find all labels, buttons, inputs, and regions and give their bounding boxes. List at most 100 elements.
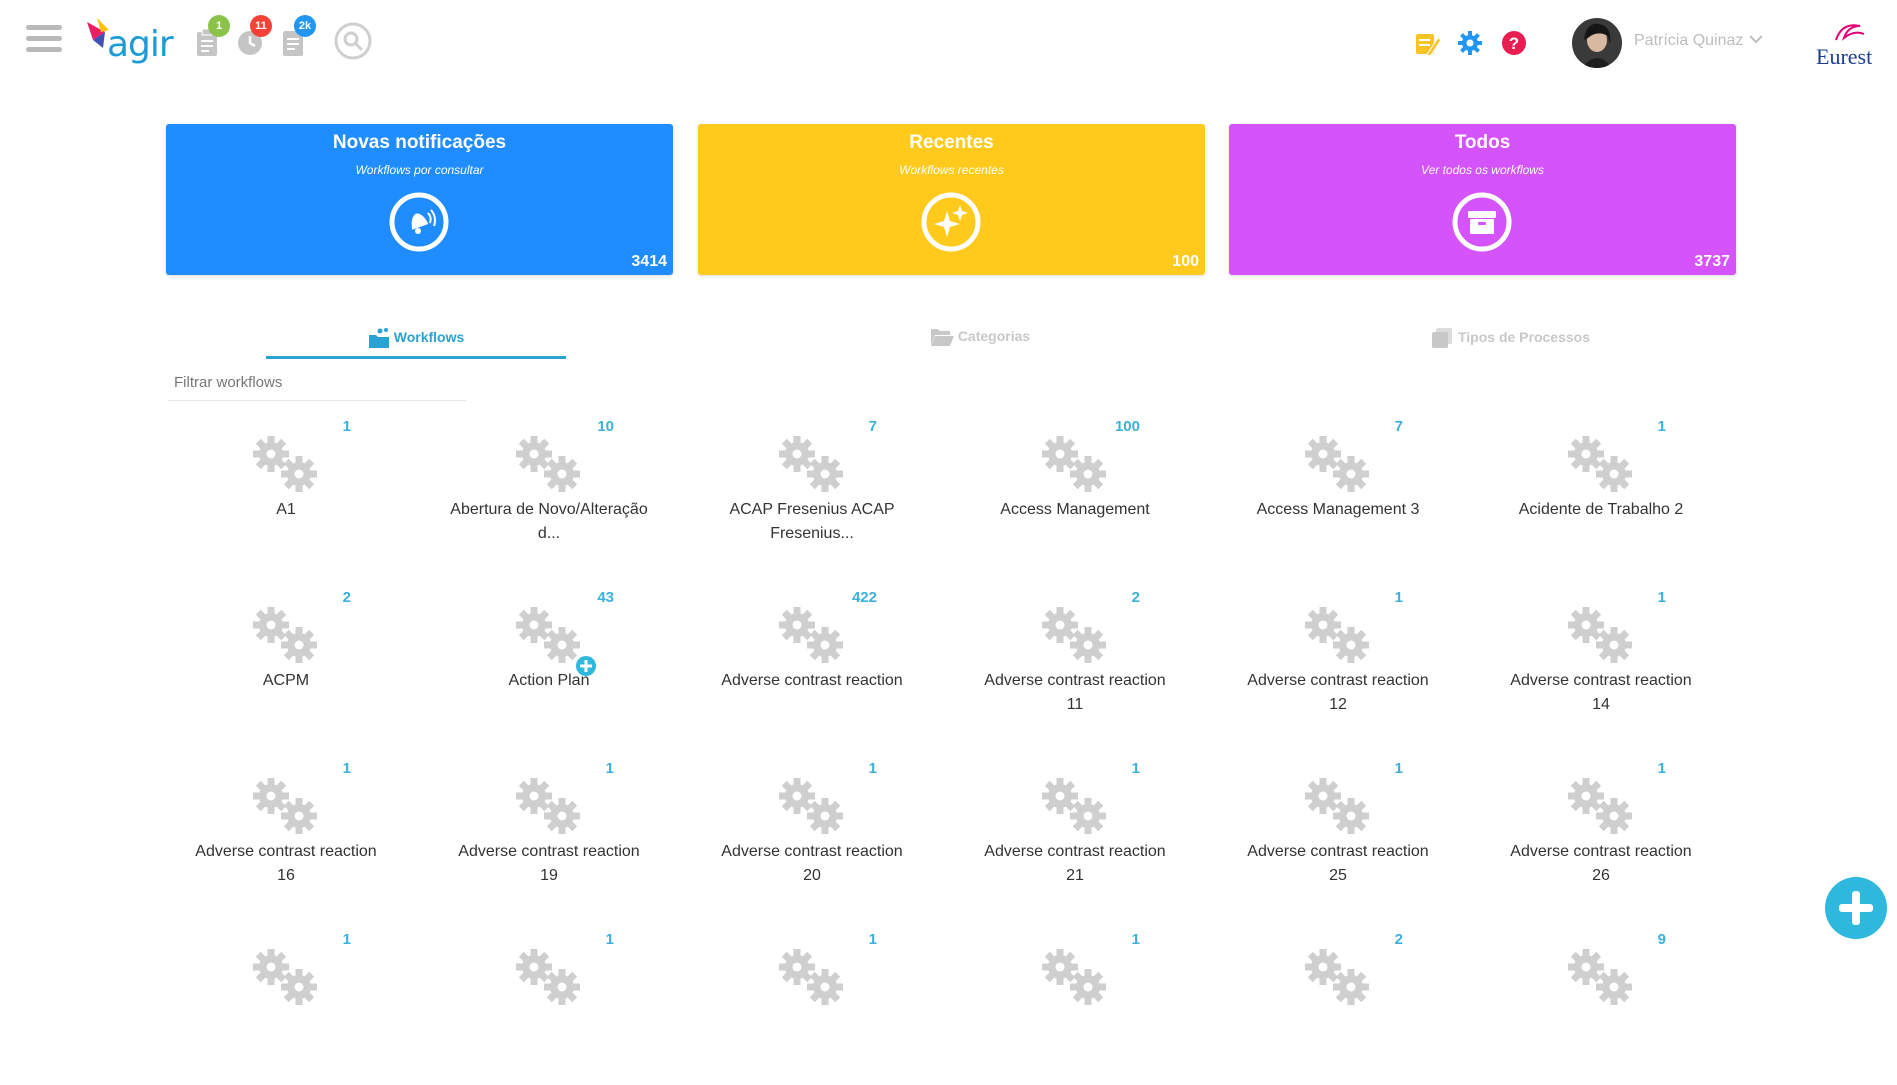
- workflow-count: 422: [851, 589, 877, 606]
- gears-icon: [1305, 778, 1369, 834]
- workflow-count: 1: [1394, 760, 1403, 777]
- workflow-name: Acidente de Trabalho 2: [1518, 501, 1684, 518]
- gears-icon: [1305, 436, 1369, 492]
- workflow-name: Adverse contrast reaction 25: [1247, 843, 1429, 884]
- workflow-item[interactable]: 1: [166, 925, 406, 1085]
- brand-swirl-icon: [1835, 24, 1865, 41]
- gears-icon: [1042, 436, 1106, 492]
- pending-button[interactable]: 11: [236, 15, 272, 57]
- workflow-name: ACAP Fresenius ACAP Fresenius...: [729, 501, 895, 542]
- workflow-name: Access Management 3: [1256, 501, 1420, 518]
- workflow-item[interactable]: 7 ACAP Fresenius ACAP Fresenius...: [692, 412, 932, 572]
- card-all[interactable]: Todos Ver todos os workflows 3737: [1229, 124, 1736, 275]
- gears-icon: [253, 778, 317, 834]
- folder-open-icon: [930, 329, 954, 346]
- card-subtitle: Ver todos os workflows: [1421, 163, 1544, 177]
- workflow-count: 1: [1131, 760, 1140, 777]
- workflow-count: 9: [1657, 931, 1666, 948]
- tab-workflows[interactable]: Workflows: [266, 322, 566, 359]
- tab-categories[interactable]: Categorias: [830, 322, 1130, 356]
- brand-text: Eurest: [1816, 44, 1873, 69]
- workflow-name: Adverse contrast reaction 11: [984, 672, 1166, 713]
- card-subtitle: Workflows recentes: [899, 163, 1004, 177]
- stacked-pages-icon: [1431, 328, 1452, 348]
- card-count: 100: [1172, 253, 1199, 270]
- workflow-item[interactable]: 422 Adverse contrast reaction: [692, 583, 932, 743]
- workflow-count: 2: [1131, 589, 1140, 606]
- gears-icon: [1568, 778, 1632, 834]
- workflow-item[interactable]: 1 Adverse contrast reaction 12: [1218, 583, 1458, 743]
- logo-text: agir: [107, 24, 174, 65]
- workflow-item[interactable]: 1 Adverse contrast reaction 21: [955, 754, 1195, 914]
- card-subtitle: Workflows por consultar: [355, 163, 484, 177]
- card-recent[interactable]: Recentes Workflows recentes 100: [698, 124, 1205, 275]
- workflow-name: Action Plan: [508, 672, 590, 689]
- workflow-count: 2: [342, 589, 351, 606]
- workflow-item[interactable]: 2 Adverse contrast reaction 11: [955, 583, 1195, 743]
- notes-button[interactable]: [1413, 29, 1442, 57]
- workflow-count: 1: [1131, 931, 1140, 948]
- workflow-name: Adverse contrast reaction 16: [195, 843, 377, 884]
- workflow-name: Adverse contrast reaction 12: [1247, 672, 1429, 713]
- search-button[interactable]: [334, 22, 372, 60]
- workflow-count: 1: [605, 931, 614, 948]
- workflow-item[interactable]: 1 Acidente de Trabalho 2: [1481, 412, 1721, 572]
- workflow-item[interactable]: 1: [955, 925, 1195, 1085]
- workflow-name: Adverse contrast reaction 14: [1510, 672, 1692, 713]
- workflow-item[interactable]: 1 Adverse contrast reaction 26: [1481, 754, 1721, 914]
- chevron-down-icon[interactable]: [1748, 34, 1764, 46]
- plus-icon: [1839, 891, 1873, 925]
- filter-workflows-input[interactable]: [168, 365, 466, 401]
- workflow-item[interactable]: 2: [1218, 925, 1458, 1085]
- top-bar: agir 1 11 2k ? Patrícia Quinaz Eurest: [0, 0, 1897, 90]
- workflow-item[interactable]: 1 A1: [166, 412, 406, 572]
- user-name[interactable]: Patrícia Quinaz: [1634, 32, 1743, 50]
- workflow-item[interactable]: 2 ACPM: [166, 583, 406, 743]
- card-new-notifications[interactable]: Novas notificações Workflows por consult…: [166, 124, 673, 275]
- workflow-item[interactable]: 9: [1481, 925, 1721, 1085]
- avatar[interactable]: [1572, 18, 1622, 68]
- workflow-item[interactable]: 7 Access Management 3: [1218, 412, 1458, 572]
- help-icon: ?: [1502, 31, 1526, 55]
- gears-icon: [516, 949, 580, 1005]
- svg-text:?: ?: [1509, 34, 1519, 53]
- tab-process-types[interactable]: Tipos de Processos: [1360, 322, 1660, 356]
- tasks-badge: 1: [208, 15, 230, 37]
- workflow-name: Abertura de Novo/Alteração d...: [450, 501, 648, 542]
- workflow-count: 1: [1657, 589, 1666, 606]
- gears-icon: [1042, 607, 1106, 663]
- workflow-name: ACPM: [262, 672, 310, 689]
- gears-icon: [779, 436, 843, 492]
- workflow-count: 1: [605, 760, 614, 777]
- gears-icon: [1305, 607, 1369, 663]
- tab-label: Workflows: [393, 328, 465, 345]
- workflow-item[interactable]: 1 Adverse contrast reaction 20: [692, 754, 932, 914]
- add-circle-icon[interactable]: [576, 656, 596, 676]
- settings-button[interactable]: [1456, 29, 1484, 57]
- gears-icon: [253, 436, 317, 492]
- workflow-item[interactable]: 1: [429, 925, 669, 1085]
- workflow-item[interactable]: 1 Adverse contrast reaction 16: [166, 754, 406, 914]
- workflow-item[interactable]: 10 Abertura de Novo/Alteração d...: [429, 412, 669, 572]
- add-workflow-button[interactable]: [1825, 877, 1887, 939]
- menu-icon[interactable]: [26, 25, 62, 57]
- workflow-item[interactable]: 1: [692, 925, 932, 1085]
- workflow-item[interactable]: 1 Adverse contrast reaction 19: [429, 754, 669, 914]
- workflow-item[interactable]: 1 Adverse contrast reaction 25: [1218, 754, 1458, 914]
- documents-button[interactable]: 2k: [280, 15, 316, 57]
- workflow-name: Adverse contrast reaction 20: [721, 843, 903, 884]
- gears-icon: [1568, 436, 1632, 492]
- card-count: 3414: [631, 253, 667, 270]
- workflow-item[interactable]: 43 Action Plan: [429, 583, 669, 743]
- gears-icon: [1305, 949, 1369, 1005]
- card-count: 3737: [1694, 253, 1730, 270]
- help-button[interactable]: ?: [1500, 29, 1528, 57]
- workflow-count: 1: [342, 931, 351, 948]
- agir-logo[interactable]: agir: [87, 18, 177, 66]
- pending-badge: 11: [250, 15, 272, 37]
- workflow-name: A1: [276, 501, 296, 518]
- workflow-item[interactable]: 1 Adverse contrast reaction 14: [1481, 583, 1721, 743]
- tasks-button[interactable]: 1: [194, 15, 230, 57]
- gears-icon: [779, 778, 843, 834]
- workflow-item[interactable]: 100 Access Management: [955, 412, 1195, 572]
